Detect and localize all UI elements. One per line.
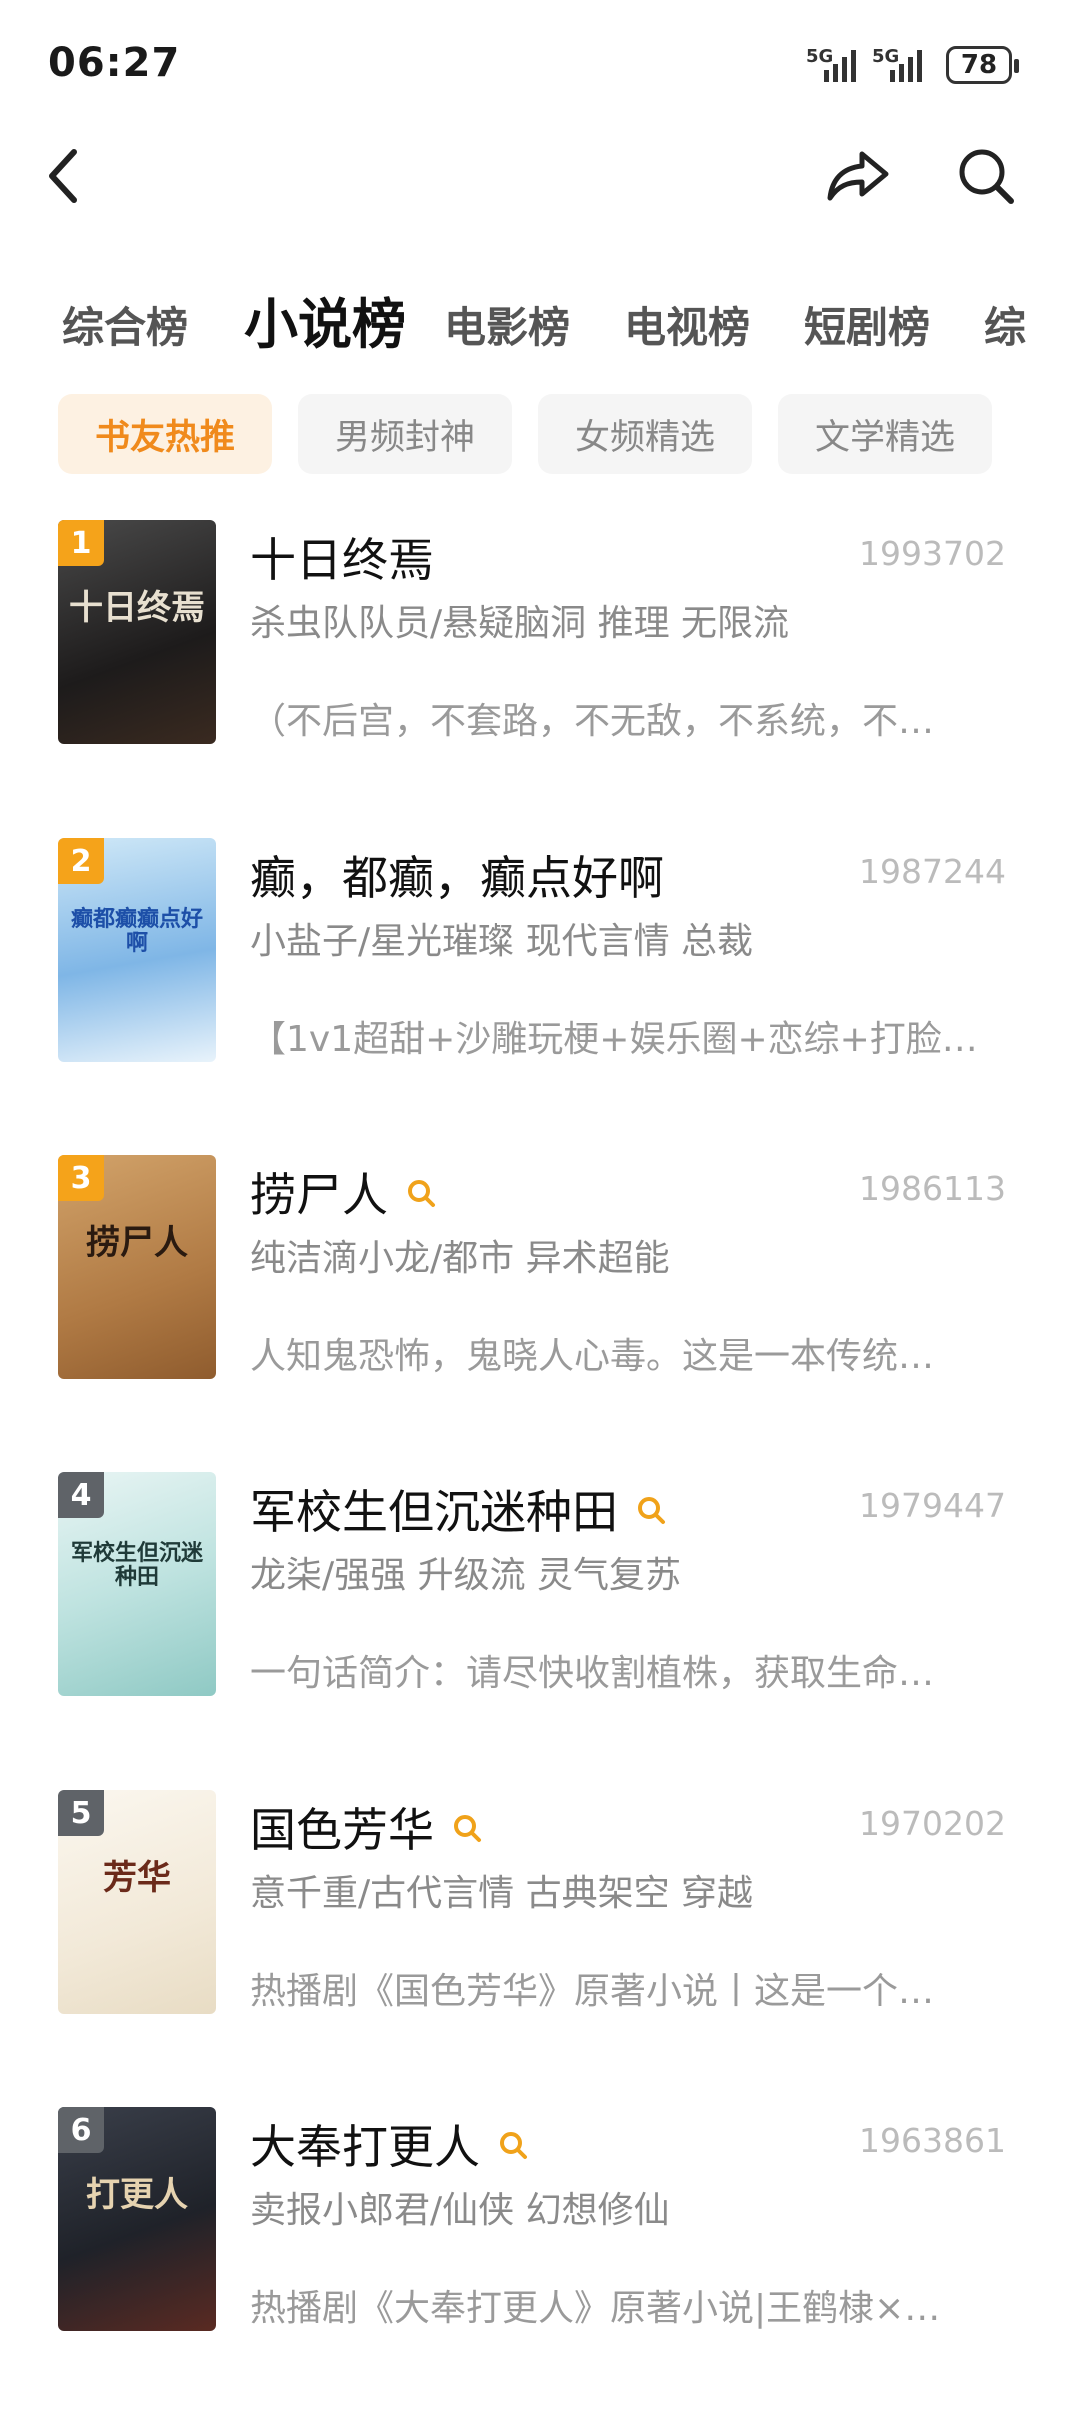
book-item[interactable]: 捞尸人 3 捞尸人 1986113 纯洁滴小龙/都市 异术超能人知鬼恐怖，鬼晓人心毒。这… bbox=[0, 1155, 1080, 1473]
heat-score: 1963861 bbox=[859, 2121, 1006, 2160]
chip-male-picks[interactable]: 男频封神 bbox=[298, 394, 512, 474]
book-description: 热播剧《国色芳华》原著小说丨这是一个… bbox=[250, 1971, 935, 2012]
book-title-text: 捞尸人 bbox=[250, 1168, 388, 1222]
share-icon bbox=[827, 151, 889, 201]
book-description: （不后宫，不套路，不无敌，不系统，不… bbox=[250, 701, 935, 742]
cover-title-art: 军校生但沉迷种田 bbox=[70, 1541, 203, 1591]
cover-title-art: 癫都癫癫点好啊 bbox=[70, 907, 203, 957]
book-title-text: 国色芳华 bbox=[250, 1803, 434, 1857]
book-item[interactable]: 打更人 6 大奉打更人 1963861 卖报小郎君/仙侠 幻想修仙热播剧《大奉打更人》原… bbox=[0, 2107, 1080, 2425]
book-title[interactable]: 癫，都癫，癫点好啊 bbox=[250, 842, 664, 908]
tab-movie[interactable]: 电影榜 bbox=[444, 294, 570, 355]
rank-badge: 4 bbox=[58, 1472, 104, 1518]
rank-badge: 3 bbox=[58, 1155, 104, 1201]
rank-badge: 6 bbox=[58, 2107, 104, 2153]
book-title[interactable]: 大奉打更人 bbox=[250, 2111, 528, 2177]
tab-short-drama[interactable]: 短剧榜 bbox=[804, 294, 930, 355]
rank-badge: 2 bbox=[58, 838, 104, 884]
search-icon bbox=[959, 149, 1014, 204]
cover-title-art: 打更人 bbox=[86, 2175, 188, 2215]
book-item[interactable]: 癫都癫癫点好啊 2 癫，都癫，癫点好啊 1987244 小盐子/星光璀璨 现代言情 总裁… bbox=[0, 838, 1080, 1156]
book-description: 人知鬼恐怖，鬼晓人心毒。这是一本传统… bbox=[250, 1336, 935, 1377]
book-meta: 小盐子/星光璀璨 现代言情 总裁 bbox=[250, 921, 754, 962]
cover-title-art: 十日终焉 bbox=[69, 588, 205, 628]
share-button[interactable] bbox=[818, 136, 898, 216]
status-time: 06:27 bbox=[48, 40, 181, 86]
book-cover-image[interactable]: 军校生但沉迷种田 4 bbox=[58, 1472, 216, 1696]
search-hot-icon bbox=[406, 1165, 436, 1219]
tab-variety[interactable]: 综 bbox=[984, 294, 1026, 355]
book-description: 热播剧《大奉打更人》原著小说|王鹤棣×… bbox=[250, 2288, 941, 2329]
heat-score: 1970202 bbox=[859, 1804, 1006, 1843]
book-title[interactable]: 军校生但沉迷种田 bbox=[250, 1476, 666, 1542]
book-item[interactable]: 军校生但沉迷种田 4 军校生但沉迷种田 1979447 龙柒/强强 升级流 灵气复苏一句… bbox=[0, 1472, 1080, 1790]
chip-female-picks[interactable]: 女频精选 bbox=[538, 394, 752, 474]
book-cover-image[interactable]: 十日终焉 1 bbox=[58, 520, 216, 744]
book-meta: 杀虫队队员/悬疑脑洞 推理 无限流 bbox=[250, 603, 790, 644]
search-hot-icon bbox=[636, 1482, 666, 1536]
book-cover-image[interactable]: 癫都癫癫点好啊 2 bbox=[58, 838, 216, 1062]
book-description: 一句话简介：请尽快收割植株，获取生命… bbox=[250, 1653, 935, 1694]
chevron-left-icon bbox=[49, 149, 77, 203]
book-meta: 龙柒/强强 升级流 灵气复苏 bbox=[250, 1555, 682, 1596]
book-cover-image[interactable]: 芳华 5 bbox=[58, 1790, 216, 2014]
back-button[interactable] bbox=[24, 136, 104, 216]
search-hot-icon bbox=[498, 2117, 528, 2171]
book-meta: 纯洁滴小龙/都市 异术超能 bbox=[250, 1238, 670, 1279]
book-title[interactable]: 捞尸人 bbox=[250, 1159, 436, 1225]
book-cover-image[interactable]: 打更人 6 bbox=[58, 2107, 216, 2331]
book-description: 【1v1超甜+沙雕玩梗+娱乐圈+恋综+打脸… bbox=[250, 1019, 978, 1060]
book-item[interactable]: 芳华 5 国色芳华 1970202 意千重/古代言情 古典架空 穿越热播剧《国色芳华》原… bbox=[0, 1790, 1080, 2108]
chip-reader-hot[interactable]: 书友热推 bbox=[58, 394, 272, 474]
rank-badge: 1 bbox=[58, 520, 104, 566]
book-title-text: 大奉打更人 bbox=[250, 2120, 480, 2174]
heat-score: 1993702 bbox=[859, 534, 1006, 573]
book-item[interactable]: 十日终焉 1 十日终焉 1993702 杀虫队队员/悬疑脑洞 推理 无限流 （不后宫，不套… bbox=[0, 520, 1080, 838]
tab-tv[interactable]: 电视榜 bbox=[624, 294, 750, 355]
heat-score: 1987244 bbox=[859, 852, 1006, 891]
book-title-text: 十日终焉 bbox=[250, 533, 434, 587]
book-cover-image[interactable]: 捞尸人 3 bbox=[58, 1155, 216, 1379]
tab-general[interactable]: 综合榜 bbox=[62, 294, 188, 355]
heat-score: 1979447 bbox=[859, 1486, 1006, 1525]
book-title-text: 癫，都癫，癫点好啊 bbox=[250, 851, 664, 905]
rank-badge: 5 bbox=[58, 1790, 104, 1836]
book-meta: 卖报小郎君/仙侠 幻想修仙 bbox=[250, 2190, 670, 2231]
heat-score: 1986113 bbox=[859, 1169, 1006, 1208]
search-hot-icon bbox=[452, 1800, 482, 1854]
cover-title-art: 捞尸人 bbox=[86, 1223, 188, 1263]
battery-icon: 78 bbox=[946, 46, 1019, 84]
search-button[interactable] bbox=[946, 136, 1026, 216]
category-tabs: 综合榜 小说榜 电影榜 电视榜 短剧榜 综 bbox=[0, 280, 1080, 370]
book-title[interactable]: 国色芳华 bbox=[250, 1794, 482, 1860]
book-title-text: 军校生但沉迷种田 bbox=[250, 1485, 618, 1539]
cover-title-art: 芳华 bbox=[103, 1858, 171, 1898]
chip-literature-picks[interactable]: 文学精选 bbox=[778, 394, 992, 474]
book-title[interactable]: 十日终焉 bbox=[250, 524, 434, 590]
tab-novel[interactable]: 小说榜 bbox=[244, 280, 406, 359]
status-bar: 06:27 5G 5G 78 bbox=[0, 0, 1080, 130]
book-meta: 意千重/古代言情 古典架空 穿越 bbox=[250, 1873, 754, 1914]
